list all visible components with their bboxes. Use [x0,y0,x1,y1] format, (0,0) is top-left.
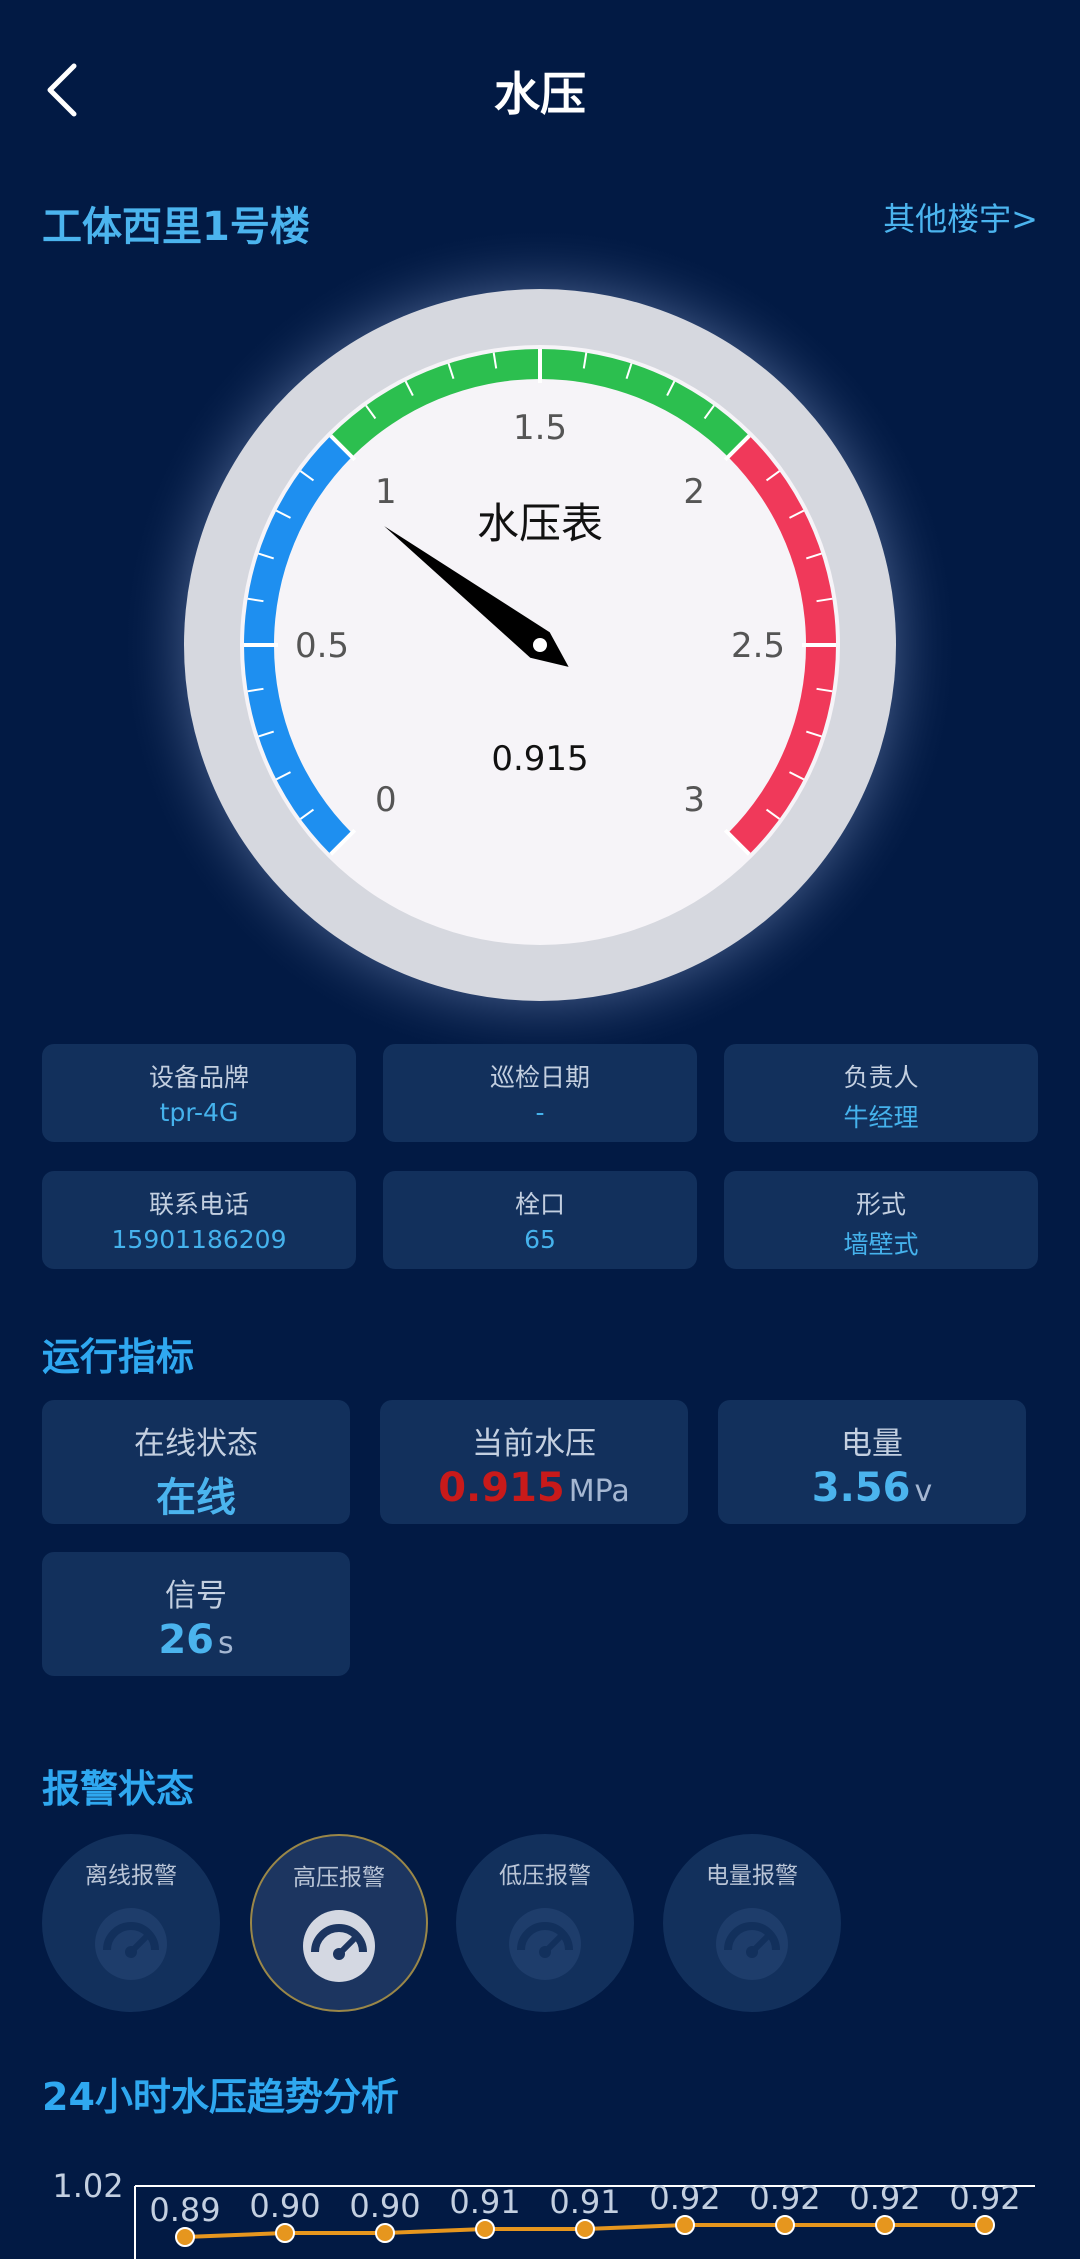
trend-point [675,2215,695,2235]
info-label: 联系电话 [148,1190,249,1219]
metric-card-signal: 信号 26 s [42,1552,350,1676]
gauge-tick-label: 0.5 [295,626,349,666]
alarm-section-title: 报警状态 [42,1767,195,1811]
trend-point [275,2223,295,2243]
metric-unit: v [914,1474,933,1509]
info-value: - [535,1098,545,1127]
trend-point [375,2223,395,2243]
trend-data-label: 0.90 [349,2187,420,2225]
trend-point [875,2215,895,2235]
gauge-tick-label: 3 [683,780,705,820]
gauge-alarm-icon [303,1910,375,1982]
info-card-outlet: 栓口 65 [383,1171,697,1269]
info-label: 巡检日期 [489,1063,590,1092]
alarm-high-pressure[interactable]: 高压报警 [250,1834,428,2012]
pressure-trend-chart: 1.02 0.89 0.90 0.90 0.91 0.91 0.92 0.92 0.92 0.9… [52,2167,1035,2259]
trend-data-label: 0.91 [549,2183,620,2221]
gauge-alarm-icon [95,1908,167,1980]
metric-card-online: 在线状态 在线 [42,1400,350,1524]
gauge-tick-label: 2.5 [731,626,785,666]
gauge-tick-label: 1.5 [513,408,567,448]
alarm-label: 离线报警 [85,1863,177,1889]
metric-label: 当前水压 [472,1426,596,1462]
trend-data-label: 0.92 [849,2179,920,2217]
metric-card-pressure: 当前水压 0.915 MPa [380,1400,688,1524]
gauge-alarm-icon [716,1908,788,1980]
alarm-label: 电量报警 [706,1863,798,1889]
trend-point [775,2215,795,2235]
metrics-section-title: 运行指标 [42,1335,195,1379]
alarm-battery[interactable]: 电量报警 [663,1834,841,2012]
gauge-alarm-icon [509,1908,581,1980]
trend-section-title: 24小时水压趋势分析 [42,2075,399,2119]
page-title: 水压 [494,67,586,121]
gauge-value-text: 0.915 [491,739,588,779]
trend-data-label: 0.90 [249,2187,320,2225]
trend-data-label: 0.89 [149,2191,220,2229]
y-tick-label: 1.02 [52,2167,123,2205]
gauge-needle-hub [533,638,547,652]
trend-point [975,2215,995,2235]
metric-value: 在线 [156,1475,236,1521]
info-value: 65 [524,1225,556,1254]
info-card-phone: 联系电话 15901186209 [42,1171,356,1269]
trend-data-label: 0.92 [649,2179,720,2217]
gauge-title: 水压表 [477,499,603,548]
info-card-inspection-date: 巡检日期 - [383,1044,697,1142]
trend-point [475,2219,495,2239]
gauge-tick-label: 0 [375,780,397,820]
info-label: 形式 [855,1190,906,1219]
metric-unit: MPa [568,1474,630,1509]
info-value: 墙壁式 [843,1230,919,1259]
info-card-brand: 设备品牌 tpr-4G [42,1044,356,1142]
trend-data-label: 0.92 [949,2179,1020,2217]
info-value: 牛经理 [843,1103,919,1132]
trend-point [175,2227,195,2247]
metric-card-battery: 电量 3.56 v [718,1400,1026,1524]
gauge-tick-label: 2 [683,472,705,512]
info-label: 设备品牌 [148,1063,249,1092]
metric-unit: s [218,1626,234,1661]
metric-label: 信号 [165,1578,227,1614]
trend-data-label: 0.91 [449,2183,520,2221]
info-label: 栓口 [514,1190,565,1219]
alarm-offline[interactable]: 离线报警 [42,1834,220,2012]
alarm-low-pressure[interactable]: 低压报警 [456,1834,634,2012]
info-card-manager: 负责人 牛经理 [724,1044,1038,1142]
info-label: 负责人 [843,1063,919,1092]
info-value: tpr-4G [159,1098,239,1127]
pressure-gauge: 0 0.5 1 1.5 2 2.5 3 水压表 0.915 [120,225,960,1050]
trend-data-label: 0.92 [749,2179,820,2217]
alarm-label: 高压报警 [293,1865,385,1891]
metric-label: 电量 [841,1426,903,1462]
metric-value: 26 [158,1617,215,1663]
metric-value: 3.56 [811,1465,911,1511]
info-card-type: 形式 墙壁式 [724,1171,1038,1269]
alarm-label: 低压报警 [499,1863,591,1889]
metric-value: 0.915 [438,1465,565,1511]
metric-label: 在线状态 [134,1426,258,1462]
trend-point [575,2219,595,2239]
info-value: 15901186209 [111,1225,287,1254]
gauge-tick-label: 1 [375,472,397,512]
